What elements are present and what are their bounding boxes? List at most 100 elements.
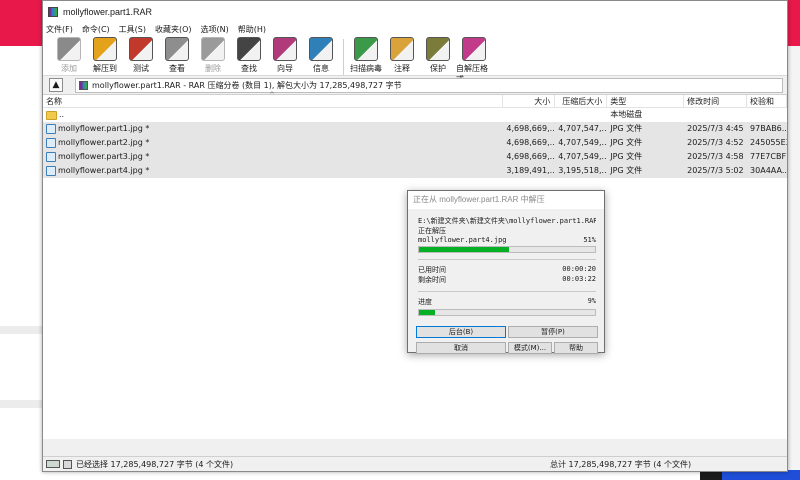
elapsed-time: 00:00:20 [562, 265, 596, 273]
file-row[interactable]: mollyflower.part1.jpg * 4,698,669,... 4,70… [43, 122, 787, 136]
remaining-time: 00:03:22 [562, 275, 596, 283]
jpg-file-icon [46, 124, 56, 134]
progress-label: 进度 [418, 298, 432, 306]
info-icon [309, 37, 333, 61]
file-crc-cell: 30A4AA... [750, 166, 787, 175]
window-title: mollyflower.part1.RAR [63, 7, 153, 17]
toolbar-label: 测试 [133, 64, 149, 73]
file-name: mollyflower.part2.jpg * [58, 138, 150, 147]
divider [418, 291, 596, 292]
background-red-banner-right [788, 0, 800, 46]
winrar-app-icon [48, 7, 58, 17]
divider [418, 259, 596, 260]
toolbar-button-info[interactable]: 信息 [303, 37, 339, 74]
toolbar-button-find[interactable]: 查找 [231, 37, 267, 74]
file-modified-cell: 2025/7/3 4:58 [687, 152, 744, 161]
address-text: mollyflower.part1.RAR - RAR 压缩分卷 (数目 1),… [92, 80, 402, 90]
menu-help[interactable]: 帮助(H) [238, 24, 266, 35]
file-packed-cell: 4,707,547,... [558, 124, 608, 133]
address-field[interactable]: mollyflower.part1.RAR - RAR 压缩分卷 (数目 1),… [75, 77, 783, 93]
file-type-cell: JPG 文件 [610, 166, 643, 175]
extract-to-icon [93, 37, 117, 61]
title-bar[interactable]: mollyflower.part1.RAR [43, 1, 787, 23]
toolbar-label: 删除 [205, 64, 221, 73]
file-row[interactable]: mollyflower.part4.jpg * 3,189,491,... 3,19… [43, 164, 787, 178]
menu-tools[interactable]: 工具(S) [119, 24, 146, 35]
file-name: mollyflower.part4.jpg * [58, 166, 150, 175]
cancel-button[interactable]: 取消 [416, 342, 506, 354]
comment-icon [390, 37, 414, 61]
find-icon [237, 37, 261, 61]
file-size-cell: 3,189,491,... [506, 166, 556, 175]
file-crc-cell: 97BAB6... [750, 124, 787, 133]
toolbar-button-protect[interactable]: 保护 [420, 37, 456, 74]
background-button[interactable]: 后台(B) [416, 326, 506, 338]
file-modified-cell: 2025/7/3 5:02 [687, 166, 744, 175]
column-header-modified[interactable]: 修改时间 [684, 94, 748, 108]
up-folder-button[interactable]: ▲ [49, 78, 63, 92]
column-header-size[interactable]: 大小 [503, 94, 556, 108]
toolbar-label: 查看 [169, 64, 185, 73]
toolbar: 添加解压到测试查看删除查找向导信息扫描病毒注释保护自解压格式 [43, 35, 787, 84]
toolbar-button-test[interactable]: 测试 [123, 37, 159, 74]
file-packed-cell: 3,195,518,... [558, 166, 608, 175]
toolbar-button-scan-virus[interactable]: 扫描病毒 [348, 37, 384, 74]
status-bar: 已经选择 17,285,498,727 字节 (4 个文件) 总计 17,285… [43, 456, 787, 471]
scan-virus-icon [354, 37, 378, 61]
view-icon [165, 37, 189, 61]
column-header-type[interactable]: 类型 [607, 94, 685, 108]
menu-favorites[interactable]: 收藏夹(O) [155, 24, 192, 35]
file-size-cell: 4,698,669,... [506, 124, 556, 133]
background-page-left [0, 46, 42, 480]
status-total: 总计 17,285,498,727 字节 (4 个文件) [550, 459, 692, 469]
file-modified-cell: 2025/7/3 4:52 [687, 138, 744, 147]
dialog-title[interactable]: 正在从 mollyflower.part1.RAR 中解压 [408, 191, 604, 209]
file-crc-cell: 77E7CBF1 [750, 152, 787, 161]
total-percent: 9% [587, 297, 596, 305]
extraction-progress-dialog: 正在从 mollyflower.part1.RAR 中解压 E:\新建文件夹\新… [407, 190, 605, 354]
remaining-label: 剩余时间 [418, 276, 446, 284]
mode-button[interactable]: 模式(M)... [508, 342, 552, 354]
drive-icon[interactable] [46, 460, 60, 468]
file-type-cell: JPG 文件 [610, 152, 643, 161]
file-row[interactable]: mollyflower.part2.jpg * 4,698,669,... 4,70… [43, 136, 787, 150]
sfx-icon [462, 37, 486, 61]
jpg-file-icon [46, 138, 56, 148]
file-name-cell: mollyflower.part3.jpg * [43, 150, 503, 164]
sort-caret-icon: ^ [269, 91, 275, 99]
toolbar-label: 注释 [394, 64, 410, 73]
file-type-cell: JPG 文件 [610, 124, 643, 133]
toolbar-button-extract-to[interactable]: 解压到 [87, 37, 123, 74]
file-packed-cell: 4,707,549,... [558, 138, 608, 147]
toolbar-label: 查找 [241, 64, 257, 73]
column-header-crc[interactable]: 校验和 [747, 94, 787, 108]
destination-path: E:\新建文件夹\新建文件夹\mollyflower.part1.RAR [418, 217, 596, 225]
file-row[interactable]: mollyflower.part3.jpg * 4,698,669,... 4,70… [43, 150, 787, 164]
total-progress-fill [419, 310, 435, 315]
file-name: mollyflower.part3.jpg * [58, 152, 150, 161]
background-red-banner-left [0, 0, 42, 46]
file-type-cell: JPG 文件 [610, 138, 643, 147]
current-file-name: mollyflower.part4.jpg [418, 236, 507, 244]
status-selection: 已经选择 17,285,498,727 字节 (4 个文件) [76, 459, 234, 469]
column-header-packed[interactable]: 压缩后大小 [555, 94, 608, 108]
toolbar-button-comment[interactable]: 注释 [384, 37, 420, 74]
elapsed-label: 已用时间 [418, 266, 446, 274]
toolbar-button-add[interactable]: 添加 [51, 37, 87, 74]
pause-button[interactable]: 暂停(P) [508, 326, 598, 338]
menu-commands[interactable]: 命令(C) [82, 24, 110, 35]
file-percent: 51% [583, 236, 596, 244]
help-button[interactable]: 帮助 [554, 342, 598, 354]
menu-options[interactable]: 选项(N) [201, 24, 229, 35]
folder-icon [46, 110, 57, 120]
delete-icon [201, 37, 225, 61]
toolbar-button-view[interactable]: 查看 [159, 37, 195, 74]
protect-icon [426, 37, 450, 61]
toolbar-button-wizard[interactable]: 向导 [267, 37, 303, 74]
menu-file[interactable]: 文件(F) [46, 24, 73, 35]
file-modified-cell: 2025/7/3 4:45 [687, 124, 744, 133]
lock-icon [63, 459, 72, 469]
parent-folder-row[interactable]: .. 本地磁盘 [43, 108, 787, 122]
file-name: .. [59, 110, 65, 119]
toolbar-button-delete[interactable]: 删除 [195, 37, 231, 74]
